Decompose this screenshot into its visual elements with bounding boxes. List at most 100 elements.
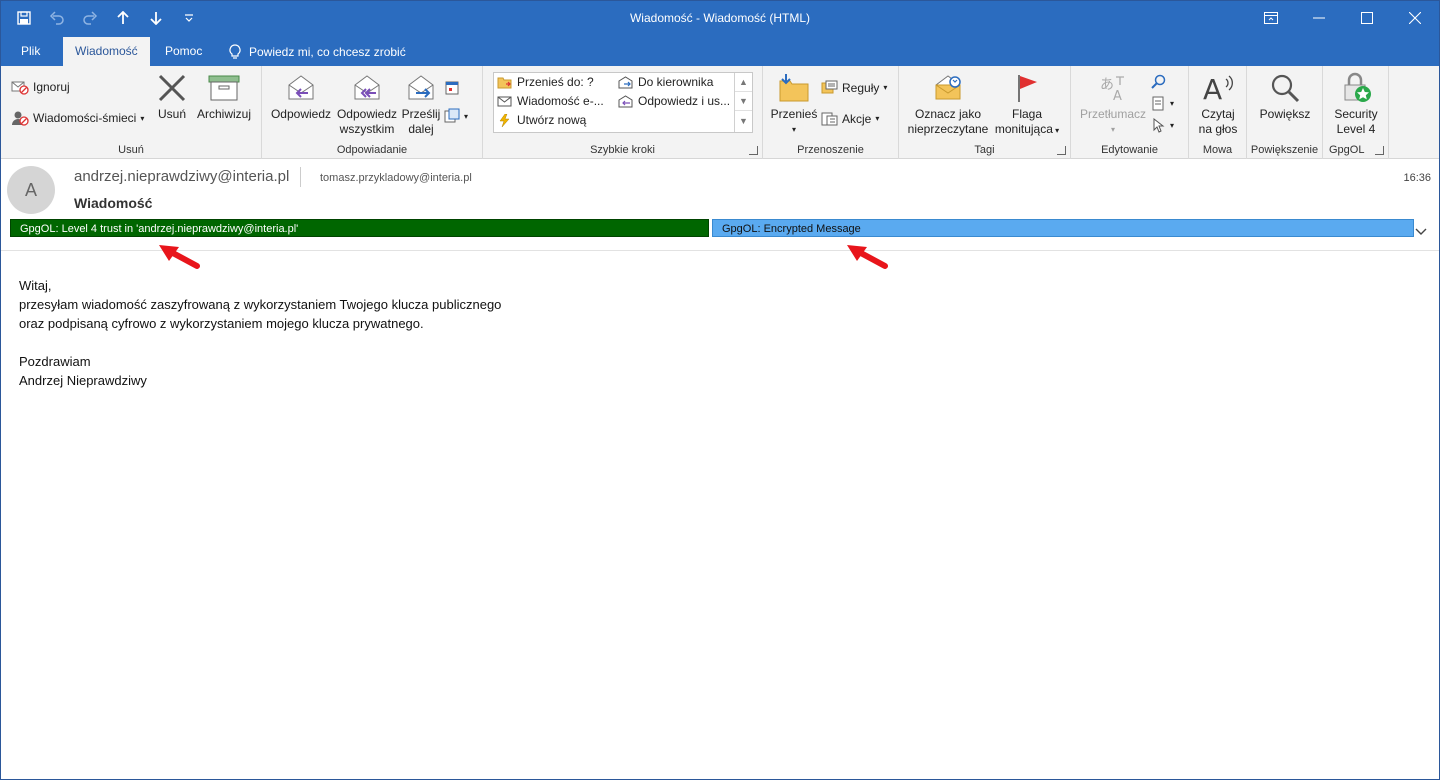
group-odpowiadanie: Odpowiedz Odpowiedz wszystkim Prześlij d…	[262, 66, 483, 159]
junk-button[interactable]: Wiadomości-śmieci ▾	[11, 110, 144, 126]
group-przenoszenie: Przenieś ▾ Reguły ▾ Akcje ▾ Przenoszenie	[763, 66, 899, 159]
group-label-tagi: Tagi	[974, 144, 995, 156]
security-level-button[interactable]: Security Level 4	[1329, 71, 1383, 137]
group-usun: Ignoruj Wiadomości-śmieci ▾ Usuń Archiwi…	[1, 66, 262, 159]
meeting-reply-button[interactable]	[444, 80, 460, 96]
related-document-icon	[1152, 96, 1164, 111]
group-label-przenoszenie: Przenoszenie	[797, 144, 864, 156]
zoom-magnifier-icon	[1271, 74, 1300, 103]
group-label-odpowiadanie: Odpowiadanie	[336, 144, 408, 156]
maximize-icon	[1361, 12, 1373, 24]
related-button[interactable]: ▾	[1151, 96, 1174, 111]
sender-address[interactable]: andrzej.nieprawdziwy@interia.pl	[74, 168, 289, 185]
body-line: przesyłam wiadomość zaszyfrowaną z wykor…	[19, 297, 502, 312]
minimize-button[interactable]	[1295, 1, 1343, 35]
recipient-address[interactable]: tomasz.przykladowy@interia.pl	[320, 172, 472, 184]
tab-wiadomosc[interactable]: Wiadomość	[63, 37, 150, 66]
more-respond-button[interactable]: ▾	[444, 108, 468, 124]
move-button[interactable]: Przenieś ▾	[769, 71, 819, 137]
body-line: Witaj,	[19, 278, 52, 293]
minimize-icon	[1313, 17, 1325, 19]
reply-all-button[interactable]: Odpowiedz wszystkim	[334, 71, 400, 137]
read-aloud-button[interactable]: A Czytaj na głos	[1193, 71, 1243, 137]
quick-step-przenies-do[interactable]: Przenieś do: ?	[497, 75, 594, 89]
tags-launcher[interactable]	[1057, 146, 1066, 155]
move-label: Przenieś	[770, 107, 818, 121]
ignore-button[interactable]: Ignoruj	[11, 79, 70, 95]
expand-gallery-button[interactable]: ▼	[735, 111, 752, 130]
translate-label: Przetłumacz	[1079, 107, 1147, 121]
window-controls	[1247, 1, 1439, 35]
group-label-mowa: Mowa	[1202, 144, 1233, 156]
archive-button[interactable]: Archiwizuj	[194, 71, 254, 122]
search-icon	[1151, 74, 1166, 89]
reply-button[interactable]: Odpowiedz	[270, 71, 332, 122]
ignore-label: Ignoruj	[33, 80, 70, 94]
quick-step-do-kierownika-label: Do kierownika	[638, 75, 714, 89]
quick-step-wiadomosc-e[interactable]: Wiadomość e-...	[497, 94, 604, 108]
mark-unread-icon	[935, 75, 961, 100]
follow-up-flag-button[interactable]: Flaga monitująca ▾	[991, 71, 1063, 138]
folder-icon	[497, 77, 512, 88]
gpgol-launcher[interactable]	[1375, 146, 1384, 155]
quick-step-utworz-nowa[interactable]: Utwórz nową	[497, 113, 586, 127]
delete-label: Usuń	[157, 107, 186, 121]
quick-step-do-kierownika[interactable]: Do kierownika	[618, 75, 713, 89]
mark-unread-button[interactable]: Oznacz jako nieprzeczytane	[907, 71, 989, 137]
tab-plik[interactable]: Plik	[9, 37, 52, 66]
message-subject: Wiadomość	[74, 195, 153, 211]
quick-step-przenies-do-label: Przenieś do: ?	[517, 75, 594, 89]
group-label-usun: Usuń	[118, 144, 144, 156]
forward-label-2: dalej	[408, 122, 434, 136]
follow-up-flag-label-1: Flaga	[1011, 107, 1043, 121]
rules-label: Reguły	[842, 80, 880, 95]
expand-header-button[interactable]	[1415, 225, 1427, 239]
maximize-button[interactable]	[1343, 1, 1391, 35]
translate-button[interactable]: あA Przetłumacz ▾	[1079, 71, 1147, 137]
meeting-icon	[445, 81, 459, 95]
envelope-icon	[497, 96, 512, 106]
gpgol-encrypted-bar[interactable]: GpgOL: Encrypted Message	[712, 219, 1414, 237]
forward-label-1: Prześlij	[401, 107, 441, 121]
close-button[interactable]	[1391, 1, 1439, 35]
group-szybkie-kroki: Przenieś do: ? Wiadomość e-... Utwórz no…	[483, 66, 763, 159]
body-line: oraz podpisaną cyfrowo z wykorzystaniem …	[19, 316, 424, 331]
forward-envelope-icon	[618, 75, 633, 88]
group-edytowanie: あA Przetłumacz ▾ ▾ ▾ Edytowanie	[1071, 66, 1189, 159]
security-label-2: Level 4	[1336, 122, 1376, 136]
lightning-icon	[499, 113, 510, 127]
zoom-button[interactable]: Powiększ	[1253, 71, 1317, 122]
svg-text:A: A	[1113, 89, 1122, 103]
reply-all-label-2: wszystkim	[339, 122, 395, 136]
scroll-up-button[interactable]: ▲	[735, 73, 752, 92]
ribbon-display-options-button[interactable]	[1247, 1, 1295, 35]
avatar: A	[7, 166, 55, 214]
quick-steps-gallery: Przenieś do: ? Wiadomość e-... Utwórz no…	[493, 72, 753, 133]
archive-label: Archiwizuj	[196, 107, 251, 121]
security-lock-icon	[1344, 72, 1371, 102]
select-button[interactable]: ▾	[1151, 118, 1174, 133]
rules-button[interactable]: Reguły ▾	[821, 80, 887, 95]
body-line: Pozdrawiam	[19, 354, 91, 369]
read-aloud-label-1: Czytaj	[1201, 107, 1235, 121]
quick-step-odpowiedz-i-usun[interactable]: Odpowiedz i us...	[618, 94, 730, 108]
dropdown-arrow-icon: ▾	[875, 114, 880, 123]
forward-button[interactable]: Prześlij dalej	[401, 71, 441, 137]
actions-button[interactable]: Akcje ▾	[821, 111, 879, 126]
flag-icon	[1018, 75, 1037, 102]
quick-steps-launcher[interactable]	[749, 146, 758, 155]
gpgol-trust-bar[interactable]: GpgOL: Level 4 trust in 'andrzej.niepraw…	[10, 219, 709, 237]
group-tagi: Oznacz jako nieprzeczytane Flaga monituj…	[899, 66, 1071, 159]
group-mowa: A Czytaj na głos Mowa	[1189, 66, 1247, 159]
find-button[interactable]	[1151, 74, 1166, 89]
delete-button[interactable]: Usuń	[153, 71, 191, 122]
dropdown-arrow-icon: ▾	[1110, 125, 1115, 134]
tab-pomoc[interactable]: Pomoc	[153, 37, 214, 66]
scroll-down-button[interactable]: ▼	[735, 92, 752, 111]
translate-icon: あA	[1100, 76, 1124, 103]
quick-step-wiadomosc-e-label: Wiadomość e-...	[517, 94, 604, 108]
cursor-select-icon	[1153, 118, 1165, 133]
group-label-szybkie-kroki: Szybkie kroki	[590, 144, 655, 156]
tell-me-search[interactable]: Powiedz mi, co chcesz zrobić	[229, 37, 406, 66]
more-respond-icon	[444, 108, 460, 123]
